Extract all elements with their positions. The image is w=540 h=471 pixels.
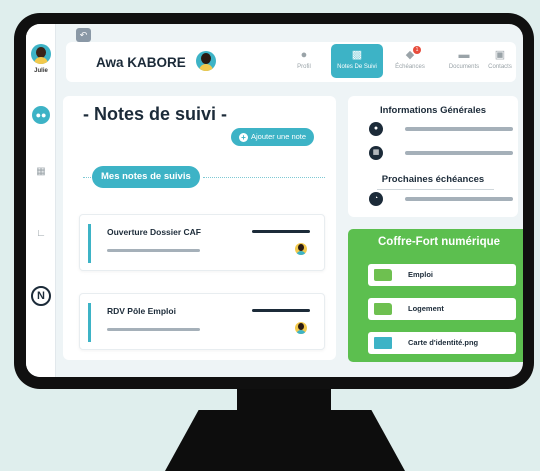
person-icon: ● xyxy=(369,122,383,136)
folder-icon xyxy=(374,269,392,281)
building-icon: ▦ xyxy=(369,146,383,160)
note-card[interactable]: RDV Pôle Emploi xyxy=(79,293,325,350)
document-label: Logement xyxy=(408,304,444,313)
left-sidebar: Julie ●● ▦ ∟ N xyxy=(26,24,56,377)
note-title: RDV Pôle Emploi xyxy=(107,306,176,316)
tab-label: Notes De Suivi xyxy=(337,64,377,70)
text-placeholder-bar xyxy=(405,151,513,155)
tab-echeances[interactable]: ◆ 1 Échéances xyxy=(384,44,436,78)
vault-document[interactable]: Logement xyxy=(368,298,516,320)
clock-icon: ◔ xyxy=(369,192,383,206)
tab-profil[interactable]: ● Profil xyxy=(278,44,330,78)
general-info-title: Informations Générales xyxy=(379,105,487,116)
user-avatar[interactable] xyxy=(31,44,51,64)
bell-icon: ◆ xyxy=(405,49,415,61)
vault-title: Coffre-Fort numérique xyxy=(377,236,501,248)
text-placeholder-bar xyxy=(252,230,310,233)
plus-icon: + xyxy=(239,133,248,142)
tab-documents[interactable]: ▬ Documents xyxy=(438,44,490,78)
tab-contacts[interactable]: ▣ Contacts xyxy=(488,44,512,78)
beneficiary-name: Awa KABORE xyxy=(96,55,186,70)
author-avatar xyxy=(295,322,307,334)
beneficiary-avatar xyxy=(196,51,216,71)
document-label: Emploi xyxy=(408,270,434,279)
contact-card-icon: ▣ xyxy=(494,49,506,61)
page-title: - Notes de suivi - xyxy=(83,104,228,124)
tab-notes-de-suivi[interactable]: ▩ Notes De Suivi xyxy=(331,44,383,78)
vault-document[interactable]: Carte d'identité.png xyxy=(368,332,516,354)
divider xyxy=(377,189,494,190)
person-icon: ● xyxy=(300,49,308,61)
monitor-stand-base xyxy=(165,410,405,471)
group-icon[interactable]: ●● xyxy=(32,106,50,124)
notification-badge: 1 xyxy=(413,46,421,54)
text-placeholder-bar xyxy=(107,328,200,331)
tab-label: Documents xyxy=(448,64,480,70)
chart-icon[interactable]: ∟ xyxy=(33,226,49,242)
section-label-pill: Mes notes de suivis xyxy=(92,166,200,188)
sidebar-user-label: Julie xyxy=(34,68,48,74)
tab-label: Contacts xyxy=(488,64,512,70)
back-arrow-icon[interactable]: ↶ xyxy=(76,28,91,42)
deadlines-title: Prochaines échéances xyxy=(381,174,485,185)
logo-n-icon[interactable]: N xyxy=(31,286,51,306)
app-screen: Julie ●● ▦ ∟ N ↶ Awa KABORE ● Profil ▩ N… xyxy=(26,24,523,377)
clipboard-icon: ▩ xyxy=(351,49,363,61)
header-bar: Awa KABORE ● Profil ▩ Notes De Suivi ◆ 1… xyxy=(66,42,516,82)
divider xyxy=(203,177,325,178)
add-note-label: Ajouter une note xyxy=(251,132,307,141)
tab-label: Échéances xyxy=(395,64,425,70)
text-placeholder-bar xyxy=(252,309,310,312)
vault-document[interactable]: Emploi xyxy=(368,264,516,286)
info-panel: Informations Générales ● ▦ Prochaines éc… xyxy=(348,96,518,217)
card-accent xyxy=(88,303,91,342)
folder-icon: ▬ xyxy=(458,49,470,61)
id-card-icon xyxy=(374,337,392,349)
author-avatar xyxy=(295,243,307,255)
document-label: Carte d'identité.png xyxy=(408,338,479,347)
text-placeholder-bar xyxy=(405,197,513,201)
text-placeholder-bar xyxy=(405,127,513,131)
tab-label: Profil xyxy=(297,64,311,70)
card-accent xyxy=(88,224,91,263)
add-note-button[interactable]: + Ajouter une note xyxy=(231,128,315,146)
digital-vault-panel: Coffre-Fort numérique Emploi Logement Ca… xyxy=(348,229,523,362)
building-icon[interactable]: ▦ xyxy=(33,164,49,180)
folder-icon xyxy=(374,303,392,315)
note-title: Ouverture Dossier CAF xyxy=(107,227,201,237)
notes-panel: - Notes de suivi - + Ajouter une note Mes… xyxy=(63,96,336,360)
note-card[interactable]: Ouverture Dossier CAF xyxy=(79,214,325,271)
text-placeholder-bar xyxy=(107,249,200,252)
